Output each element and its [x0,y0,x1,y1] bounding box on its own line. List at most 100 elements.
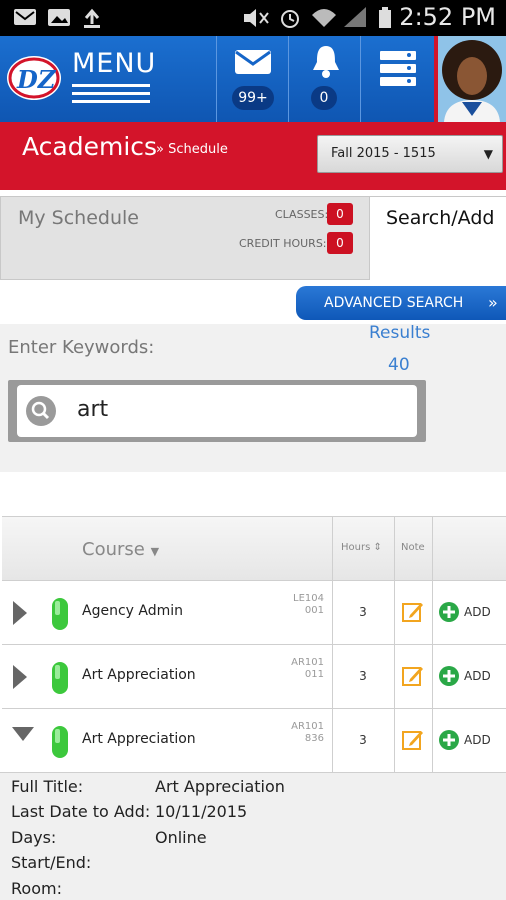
add-circle-icon [439,730,459,750]
expand-caret-down-icon[interactable] [10,725,36,745]
add-label: ADD [464,733,491,747]
note-icon[interactable] [402,665,424,687]
sort-caret-icon: ▼ [150,545,160,558]
col-course-header[interactable]: Course ▼ [82,539,159,560]
start-end-label: Start/End: [11,853,92,872]
add-button[interactable]: ADD [438,599,506,627]
course-section: 011 [304,669,324,680]
tab-search-add[interactable]: Search/Add [370,196,506,280]
add-circle-icon [439,666,459,686]
course-code: LE104 001 [272,593,324,617]
days-value: Online [155,828,207,847]
credit-hours-count: 0 [327,232,353,254]
dropdown-arrow-icon: ▼ [483,147,493,161]
course-section: 836 [304,733,324,744]
expand-caret-right-icon[interactable] [11,600,29,626]
page-header: Academics » Schedule Fall 2015 - 1515 ▼ [0,122,506,190]
logo-icon: DZ [7,56,61,100]
course-code-number: LE104 [293,593,324,604]
course-code: AR101 011 [272,657,324,681]
clock: 2:52 PM [399,3,496,31]
col-hours-label: Hours [341,542,371,553]
advanced-search-button[interactable]: ADVANCED SEARCH » [296,286,506,320]
search-input[interactable] [77,397,397,422]
col-course-label: Course [82,539,145,560]
course-name: Art Appreciation [82,731,196,747]
sms-icon [14,9,36,25]
breadcrumb[interactable]: » Schedule [156,142,228,157]
tab-my-schedule-label: My Schedule [18,207,139,229]
term-value: Fall 2015 - 1515 [331,146,436,161]
status-right-icons [244,7,391,28]
battery-icon [379,7,391,28]
image-icon [48,9,70,26]
full-title-label: Full Title: [11,777,84,796]
double-chevron-right-icon: » [488,293,498,312]
tab-my-schedule[interactable]: My Schedule CLASSES: 0 CREDIT HOURS: 0 [0,196,370,280]
divider [394,516,395,772]
table-row[interactable]: Agency Admin LE104 001 3 ADD [2,580,506,644]
classes-count: 0 [327,203,353,225]
top-nav: DZ MENU 99+ 0 [0,36,506,122]
server-icon [380,51,416,86]
mail-icon [235,50,271,74]
add-label: ADD [464,669,491,683]
menu-lines-icon [72,84,150,103]
keywords-label: Enter Keywords: [8,337,155,358]
results-label: Results [369,323,431,343]
room-label: Room: [11,879,62,898]
note-icon[interactable] [402,601,424,623]
credit-hours-label: CREDIT HOURS: [239,237,327,250]
logo-text: DZ [16,65,57,94]
notifications-button[interactable]: 0 [288,36,360,122]
full-title-value: Art Appreciation [155,777,285,796]
course-name: Agency Admin [82,603,184,619]
avatar-icon [442,40,502,122]
divider [432,516,433,772]
course-hours: 3 [359,669,367,683]
add-label: ADD [464,605,491,619]
table-header: Course ▼ Hours ⇕ Note [2,516,506,580]
col-hours-header[interactable]: Hours ⇕ [341,542,382,553]
days-label: Days: [11,828,57,847]
status-left-icons [14,8,100,28]
menu-button[interactable]: DZ MENU [0,36,216,122]
search-field[interactable] [17,385,417,437]
server-button[interactable] [360,36,434,122]
classes-label: CLASSES: [275,208,329,221]
mail-button[interactable]: 99+ [216,36,288,122]
tab-search-add-label: Search/Add [386,207,495,229]
wifi-icon [312,9,336,27]
course-code-number: AR101 [291,721,324,732]
last-date-value: 10/11/2015 [155,802,248,821]
add-button[interactable]: ADD [438,727,506,755]
upload-icon [84,8,100,28]
page-title: Academics [22,132,158,161]
expand-caret-right-icon[interactable] [11,664,29,690]
status-indicator-icon [52,662,68,694]
course-code: AR101 836 [272,721,324,745]
col-note-header: Note [401,542,425,553]
divider [332,516,333,772]
last-date-label: Last Date to Add: [11,802,151,821]
term-select[interactable]: Fall 2015 - 1515 ▼ [317,135,503,173]
notifications-badge: 0 [311,86,337,110]
status-indicator-icon [52,726,68,758]
course-code-number: AR101 [291,657,324,668]
course-hours: 3 [359,733,367,747]
alarm-icon [281,10,299,28]
bell-icon [313,46,339,78]
mail-badge: 99+ [232,86,274,110]
results-count: 40 [388,355,410,375]
avatar[interactable] [438,36,506,122]
search-icon [26,396,56,426]
course-name: Art Appreciation [82,667,196,683]
course-section: 001 [304,605,324,616]
add-button[interactable]: ADD [438,663,506,691]
table-row[interactable]: Art Appreciation AR101 011 3 ADD [2,644,506,708]
note-icon[interactable] [402,729,424,751]
sort-both-icon: ⇕ [373,542,382,553]
add-circle-icon [439,602,459,622]
search-box [8,380,426,442]
table-row[interactable]: Art Appreciation AR101 836 3 ADD [2,708,506,772]
